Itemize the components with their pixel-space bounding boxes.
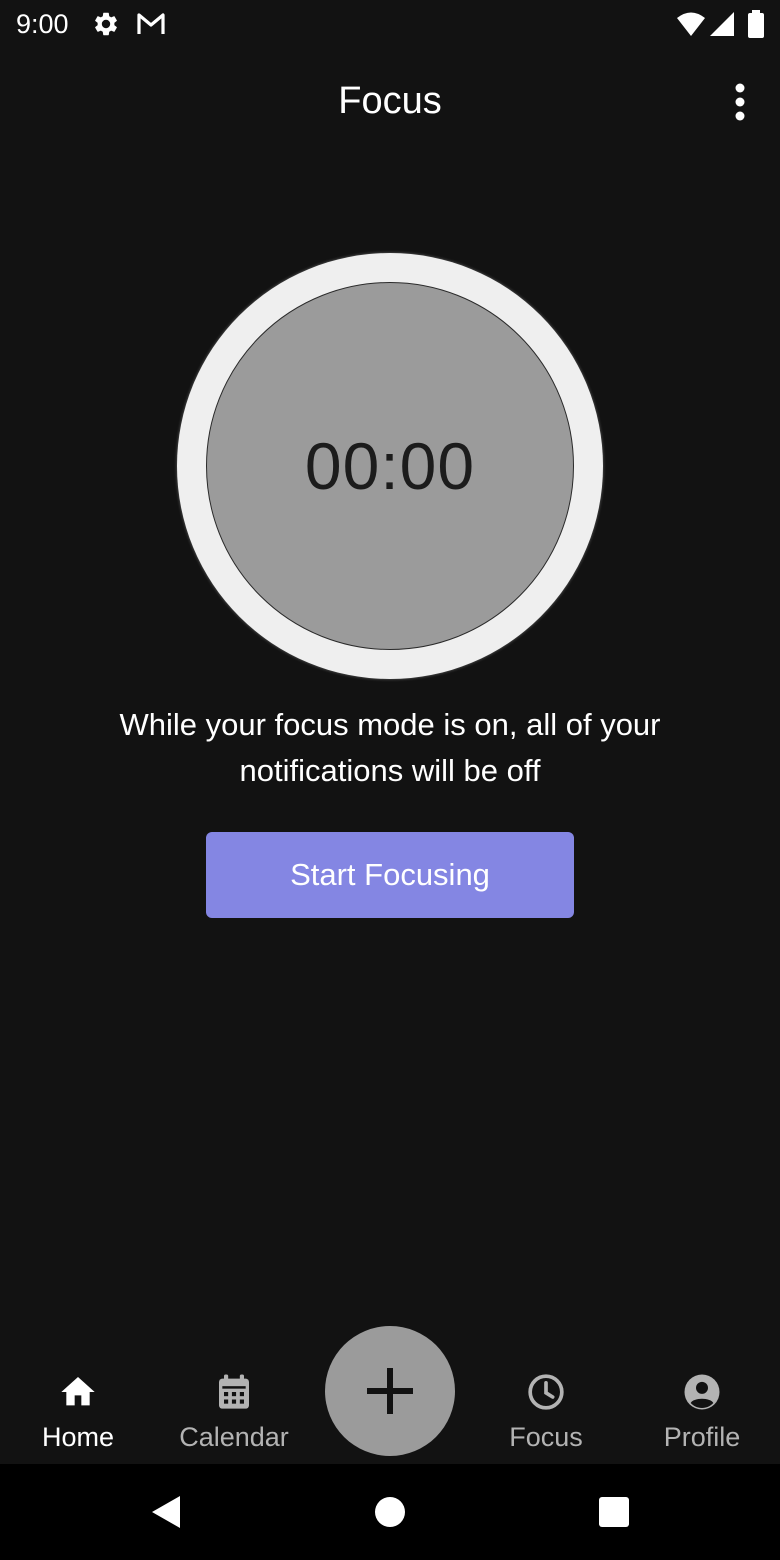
nav-item-focus[interactable]: Focus bbox=[468, 1360, 624, 1464]
nav-item-calendar[interactable]: Calendar bbox=[156, 1360, 312, 1464]
nav-item-profile[interactable]: Profile bbox=[624, 1360, 780, 1464]
clock-icon bbox=[528, 1374, 564, 1410]
recents-icon[interactable] bbox=[594, 1492, 634, 1532]
gear-icon bbox=[92, 10, 120, 38]
nav-label-calendar: Calendar bbox=[179, 1422, 289, 1452]
calendar-icon bbox=[219, 1374, 249, 1409]
focus-mode-message: While your focus mode is on, all of your… bbox=[119, 707, 661, 788]
signal-icon bbox=[708, 10, 736, 38]
more-vert-icon bbox=[735, 83, 745, 121]
status-bar: 9:00 bbox=[0, 0, 780, 48]
start-focusing-button[interactable]: Start Focusing bbox=[206, 832, 574, 918]
add-button[interactable] bbox=[325, 1326, 455, 1456]
plus-icon bbox=[367, 1368, 413, 1414]
system-navigation-bar bbox=[0, 1464, 780, 1560]
timer-display: 00:00 bbox=[304, 429, 476, 503]
home-circle-icon[interactable] bbox=[370, 1492, 410, 1532]
back-icon[interactable] bbox=[148, 1492, 188, 1532]
app-bar: Focus bbox=[0, 56, 780, 148]
more-options-button[interactable] bbox=[728, 82, 752, 122]
nav-label-profile: Profile bbox=[663, 1422, 741, 1452]
status-time: 9:00 bbox=[16, 9, 69, 39]
nav-item-home[interactable]: Home bbox=[0, 1360, 156, 1464]
nav-label-focus: Focus bbox=[509, 1422, 583, 1452]
focus-screen: 9:00 Focus 00:00 While your focus mode i… bbox=[0, 0, 780, 1560]
nav-label-home: Home bbox=[41, 1422, 115, 1452]
profile-icon bbox=[684, 1374, 720, 1410]
gmail-icon bbox=[136, 10, 165, 38]
battery-icon bbox=[746, 10, 774, 38]
timer-face: 00:00 bbox=[206, 282, 574, 650]
page-title: Focus bbox=[338, 80, 442, 122]
timer-ring: 00:00 bbox=[177, 253, 603, 679]
home-icon bbox=[61, 1377, 95, 1406]
wifi-icon bbox=[676, 10, 705, 38]
